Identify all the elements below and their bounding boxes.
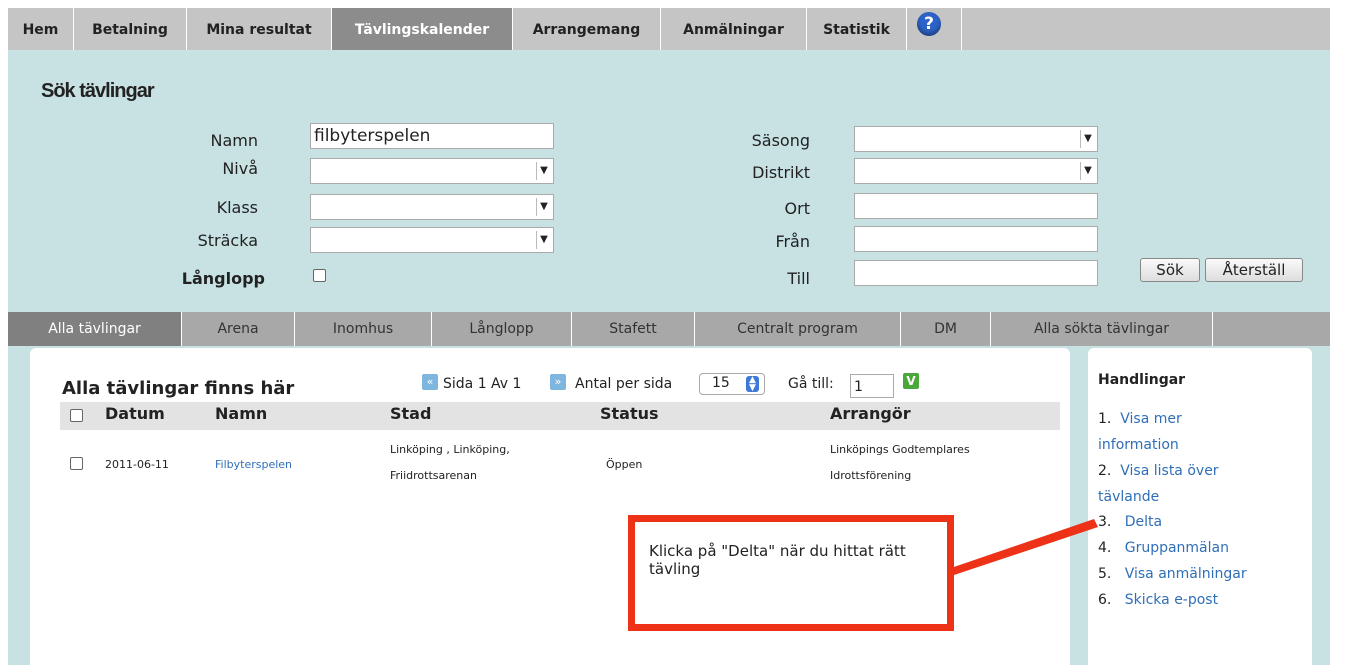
action-visa-lista-over-tavlande[interactable]: 2. Visa lista över tävlande <box>1098 458 1298 510</box>
chevron-down-icon: ▼ <box>536 198 551 216</box>
label-sasong: Säsong <box>751 131 810 150</box>
last-page-icon[interactable]: » <box>550 374 566 390</box>
select-all-checkbox[interactable] <box>70 409 83 422</box>
chevron-down-icon: ▼ <box>1080 162 1095 180</box>
competition-tabs: Alla tävlingar Arena Inomhus Långlopp St… <box>8 312 1330 346</box>
nav-tab-tavlingskalender[interactable]: Tävlingskalender <box>332 8 513 50</box>
label-fran: Från <box>775 232 810 251</box>
nav-tab-betalning[interactable]: Betalning <box>74 8 187 50</box>
nav-tab-arrangemang[interactable]: Arrangemang <box>513 8 661 50</box>
row-namn-link[interactable]: Filbyterspelen <box>215 453 292 476</box>
first-page-icon[interactable]: « <box>422 374 438 390</box>
tab-dm[interactable]: DM <box>901 312 991 346</box>
tab-arena[interactable]: Arena <box>182 312 295 346</box>
niva-select[interactable]: ▼ <box>310 158 554 184</box>
label-stracka: Sträcka <box>197 231 258 250</box>
row-stad-line2: Friidrottsarenan <box>390 469 477 482</box>
search-title: Sök tävlingar <box>41 80 155 102</box>
top-navigation: Hem Betalning Mina resultat Tävlingskale… <box>8 8 1330 51</box>
list-title: Alla tävlingar finns här <box>62 378 295 399</box>
sasong-select[interactable]: ▼ <box>854 126 1098 152</box>
tab-inomhus[interactable]: Inomhus <box>295 312 432 346</box>
col-namn[interactable]: Namn <box>215 404 267 423</box>
label-till: Till <box>787 269 810 288</box>
label-distrikt: Distrikt <box>752 163 810 182</box>
help-icon[interactable]: ? <box>913 8 947 42</box>
col-stad[interactable]: Stad <box>390 404 431 423</box>
chevron-down-icon: ▼ <box>1080 130 1095 148</box>
table-header: Datum Namn Stad Status Arrangör <box>60 402 1060 430</box>
search-button[interactable]: Sök <box>1140 258 1200 282</box>
actions-sidebar: Handlingar 1. Visa mer information 2. Vis… <box>1088 348 1312 665</box>
goto-input[interactable]: 1 <box>850 374 894 398</box>
reset-button[interactable]: Återställ <box>1205 258 1303 282</box>
go-icon[interactable]: V <box>903 373 919 389</box>
label-niva: Nivå <box>222 159 258 178</box>
row-stad-line1: Linköping , Linköping, <box>390 443 510 456</box>
klass-select[interactable]: ▼ <box>310 194 554 220</box>
col-status[interactable]: Status <box>600 404 659 423</box>
row-arrangor-line1: Linköpings Godtemplares <box>830 443 970 456</box>
nav-tab-mina-resultat[interactable]: Mina resultat <box>187 8 332 50</box>
col-datum[interactable]: Datum <box>105 404 165 423</box>
label-klass: Klass <box>216 198 258 217</box>
per-page-select[interactable]: 15 ▲ ▼ <box>699 373 765 395</box>
fran-input[interactable] <box>854 226 1098 252</box>
chevron-down-icon: ▼ <box>536 162 551 180</box>
nav-tab-statistik[interactable]: Statistik <box>807 8 907 50</box>
nav-tab-hem[interactable]: Hem <box>8 8 74 50</box>
callout-pointer <box>948 519 1098 577</box>
callout-text: Klicka på "Delta" när du hittat rätt täv… <box>649 542 906 578</box>
help-tab[interactable]: ? <box>907 8 962 50</box>
row-arrangor-line2: Idrottsförening <box>830 469 912 482</box>
instruction-callout: Klicka på "Delta" när du hittat rätt täv… <box>628 515 954 631</box>
search-panel: Sök tävlingar Namn filbyterspelen Nivå ▼… <box>8 50 1330 312</box>
label-ort: Ort <box>784 199 810 218</box>
row-status: Öppen <box>606 458 643 471</box>
langlopp-checkbox[interactable] <box>313 269 326 282</box>
nav-tab-anmalningar[interactable]: Anmälningar <box>661 8 807 50</box>
goto-label: Gå till: <box>788 376 834 392</box>
label-langlopp: Långlopp <box>181 269 265 288</box>
tab-stafett[interactable]: Stafett <box>572 312 695 346</box>
tab-alla-tavlingar[interactable]: Alla tävlingar <box>8 312 182 346</box>
till-input[interactable] <box>854 260 1098 286</box>
tab-centralt-program[interactable]: Centralt program <box>695 312 901 346</box>
action-visa-mer-information[interactable]: 1. Visa mer information <box>1098 406 1298 458</box>
actions-title: Handlingar <box>1098 372 1186 388</box>
page-indicator: Sida 1 Av 1 <box>443 376 522 392</box>
row-datum: 2011-06-11 <box>105 458 169 471</box>
tab-alla-sokta-tavlingar[interactable]: Alla sökta tävlingar <box>991 312 1213 346</box>
stracka-select[interactable]: ▼ <box>310 227 554 253</box>
col-arrangor[interactable]: Arrangör <box>830 404 911 423</box>
row-checkbox[interactable] <box>70 457 83 470</box>
per-page-label: Antal per sida <box>575 376 673 392</box>
updown-icon: ▲ ▼ <box>746 376 759 393</box>
label-namn: Namn <box>210 131 259 150</box>
tab-langlopp[interactable]: Långlopp <box>432 312 572 346</box>
chevron-down-icon: ▼ <box>536 231 551 249</box>
namn-input[interactable]: filbyterspelen <box>310 123 554 149</box>
ort-input[interactable] <box>854 193 1098 219</box>
distrikt-select[interactable]: ▼ <box>854 158 1098 184</box>
